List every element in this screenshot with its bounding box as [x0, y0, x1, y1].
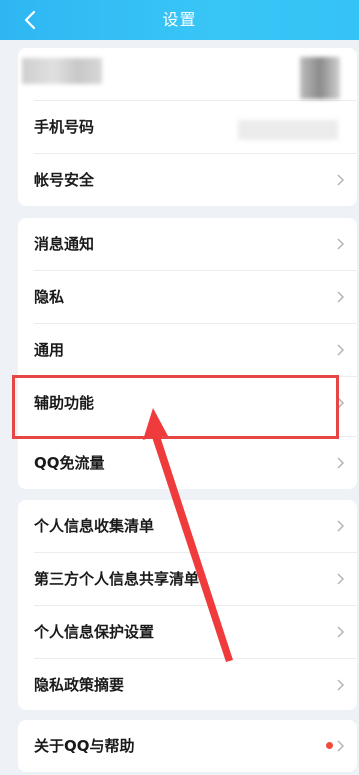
annotation-arrow — [143, 408, 233, 662]
